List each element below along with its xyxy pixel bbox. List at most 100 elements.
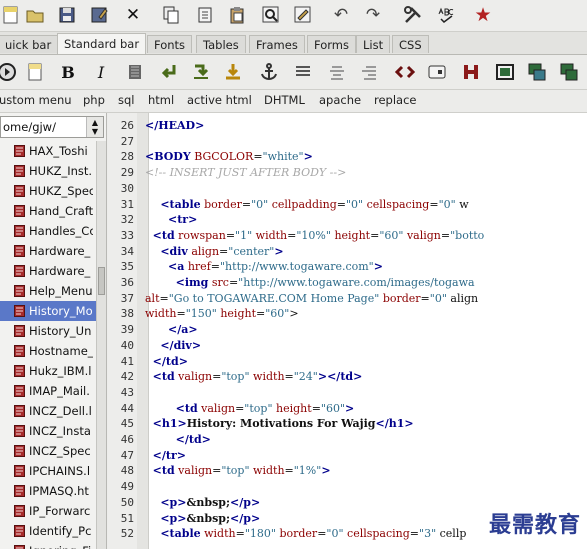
code-line[interactable]: <a href="http://www.togaware.com"> [145, 260, 383, 273]
image-icon[interactable] [494, 61, 516, 83]
file-list-item[interactable]: IPMASQ.ht [0, 481, 96, 501]
file-list-item[interactable]: IPCHAINS.l [0, 461, 96, 481]
code-line[interactable]: <td valign="top" width="1%"> [145, 464, 331, 477]
scrollbar-thumb[interactable] [98, 267, 105, 295]
code-line[interactable]: width="150" height="60"> [145, 307, 299, 320]
file-list-item[interactable]: Ignoring_Fi [0, 541, 96, 549]
code-line[interactable]: <BODY BGCOLOR="white"> [145, 150, 313, 163]
spellcheck-icon[interactable] [436, 4, 458, 26]
open-folder-icon[interactable] [24, 4, 46, 26]
menu-sql[interactable]: sql [118, 93, 135, 107]
code-line[interactable]: <p>&nbsp;</p> [145, 496, 260, 509]
body-page-icon[interactable] [24, 61, 46, 83]
file-list-item[interactable]: Hardware_ [0, 241, 96, 261]
code-line[interactable]: <td valign="top" width="24"></td> [145, 370, 363, 383]
code-line[interactable]: <tr> [145, 213, 197, 226]
menu-active-html[interactable]: active html [187, 93, 252, 107]
tab-tables[interactable]: Tables [196, 35, 246, 53]
tab-quick-bar[interactable]: uick bar [0, 35, 59, 53]
redo-icon[interactable]: ↷ [362, 4, 384, 26]
copy-icon[interactable] [160, 4, 182, 26]
bold-icon[interactable]: B [57, 61, 79, 83]
file-list-item[interactable]: Hukz_IBM.l [0, 361, 96, 381]
menu-apache[interactable]: apache [319, 93, 361, 107]
html-file-icon [14, 225, 25, 237]
code-line[interactable]: </HEAD> [145, 119, 204, 132]
code-line[interactable]: <td valign="top" height="60"> [145, 402, 355, 415]
break-clear-icon[interactable] [190, 61, 212, 83]
code-line[interactable]: </td> [145, 355, 188, 368]
code-line[interactable]: <table border="0" cellpadding="0" cellsp… [145, 198, 468, 211]
code-line[interactable]: <div align="center"> [145, 245, 283, 258]
code-line[interactable]: <img src="http://www.togaware.com/images… [145, 276, 475, 289]
file-list-item[interactable]: INCZ_Insta [0, 421, 96, 441]
paragraph-icon[interactable] [124, 61, 146, 83]
tab-list[interactable]: List [356, 35, 391, 53]
file-list-item[interactable]: INCZ_Dell.l [0, 401, 96, 421]
file-list-item[interactable]: INCZ_Spec [0, 441, 96, 461]
tab-forms[interactable]: Forms [307, 35, 356, 53]
code-tag-icon[interactable] [394, 61, 416, 83]
italic-icon[interactable]: I [90, 61, 112, 83]
code-line[interactable]: alt="Go to TOGAWARE.COM Home Page" borde… [145, 292, 478, 305]
menu-html[interactable]: html [148, 93, 174, 107]
quickstart-icon[interactable] [0, 61, 18, 83]
break-icon[interactable] [158, 61, 180, 83]
code-editor[interactable]: 26 27 28 29 30 31 32 33 34 35 36 37 38 39 40 41 42 43 44 45… [108, 113, 587, 549]
menu-php[interactable]: php [83, 93, 105, 107]
new-file-icon[interactable] [0, 4, 22, 26]
comment-icon[interactable] [426, 61, 448, 83]
file-list-item[interactable]: HUKZ_Spec [0, 181, 96, 201]
code-line[interactable]: </a> [145, 323, 198, 336]
paste-icon[interactable] [226, 4, 248, 26]
chevron-updown-icon[interactable]: ▲ ▼ [86, 117, 103, 137]
code-line[interactable]: <p>&nbsp;</p> [145, 512, 260, 525]
file-list-item[interactable]: Hostname_ [0, 341, 96, 361]
thumbnail-icon[interactable] [526, 61, 548, 83]
bookmark-star-icon[interactable]: ★ [472, 4, 494, 26]
code-line[interactable]: </div> [145, 339, 201, 352]
find-replace-icon[interactable] [292, 4, 314, 26]
tab-standard-bar[interactable]: Standard bar [57, 33, 147, 54]
cut-icon[interactable] [194, 4, 216, 26]
directory-selector[interactable]: ome/gjw/ ▲ ▼ [0, 116, 104, 138]
tab-frames[interactable]: Frames [249, 35, 305, 53]
code-line[interactable]: <table width="180" border="0" cellspacin… [145, 527, 466, 540]
file-list-item[interactable]: Help_Menu [0, 281, 96, 301]
code-line[interactable]: </tr> [145, 449, 186, 462]
file-list-item[interactable]: Hardware_ [0, 261, 96, 281]
save-as-icon[interactable] [88, 4, 110, 26]
code-line[interactable]: <!-- INSERT JUST AFTER BODY --> [145, 166, 346, 179]
tab-css[interactable]: CSS [392, 35, 429, 53]
multi-thumbnail-icon[interactable] [558, 61, 580, 83]
file-list-item[interactable]: HAX_Toshi [0, 141, 96, 161]
file-list-item[interactable]: IP_Forwarc [0, 501, 96, 521]
file-list-scrollbar[interactable] [96, 141, 106, 549]
menu-replace[interactable]: replace [374, 93, 417, 107]
find-icon[interactable] [260, 4, 282, 26]
file-list-item[interactable]: History_Mo [0, 301, 96, 321]
insert-download-icon[interactable] [222, 61, 244, 83]
code-line[interactable]: </td> [145, 433, 211, 446]
header-icon[interactable] [460, 61, 482, 83]
horizontal-rule-icon[interactable] [292, 61, 314, 83]
file-list-item[interactable]: HUKZ_Inst. [0, 161, 96, 181]
tab-fonts[interactable]: Fonts [147, 35, 193, 53]
code-line[interactable]: <td rowspan="1" width="10%" height="60" … [145, 229, 485, 242]
undo-icon[interactable]: ↶ [330, 4, 352, 26]
align-right-icon[interactable] [358, 61, 380, 83]
file-list-item[interactable]: IMAP_Mail. [0, 381, 96, 401]
file-list-item[interactable]: Handles_Cc [0, 221, 96, 241]
file-name: Help_Menu [29, 284, 93, 298]
menu-dhtml[interactable]: DHTML [264, 93, 305, 107]
close-icon[interactable]: ✕ [122, 4, 144, 26]
file-list-item[interactable]: Hand_Craft [0, 201, 96, 221]
file-list-item[interactable]: History_Un [0, 321, 96, 341]
file-list-item[interactable]: Identify_Pc [0, 521, 96, 541]
code-line[interactable]: <h1>History: Motivations For Wajig</h1> [145, 417, 414, 430]
save-icon[interactable] [56, 4, 78, 26]
preferences-tools-icon[interactable] [402, 4, 424, 26]
anchor-icon[interactable] [258, 61, 280, 83]
center-icon[interactable] [326, 61, 348, 83]
menu-custom-menu[interactable]: ustom menu [0, 93, 72, 107]
